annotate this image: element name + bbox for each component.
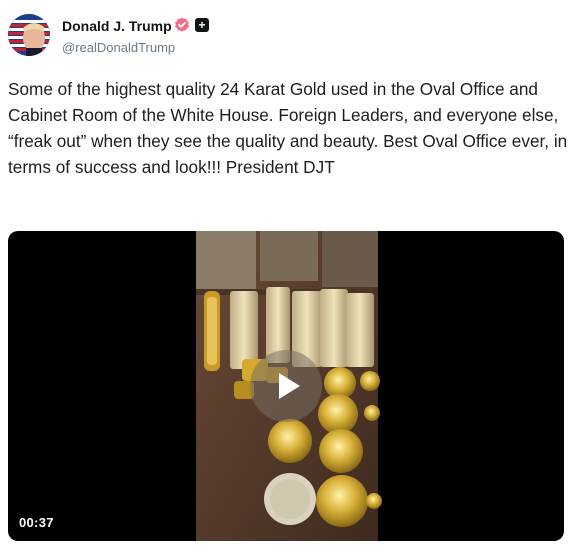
- video-player[interactable]: 00:37: [8, 231, 564, 541]
- avatar[interactable]: [8, 14, 50, 56]
- video-duration: 00:37: [19, 515, 54, 530]
- post-card: Donald J. Trump + @realDonaldTrump Some …: [0, 0, 571, 552]
- verified-badge-icon: [174, 17, 190, 33]
- play-icon: [279, 373, 300, 399]
- play-button[interactable]: [250, 350, 322, 422]
- author-display-name[interactable]: Donald J. Trump: [62, 18, 172, 34]
- plus-badge-icon: +: [195, 18, 209, 32]
- author-handle[interactable]: @realDonaldTrump: [62, 40, 175, 55]
- post-text: Some of the highest quality 24 Karat Gol…: [8, 79, 568, 177]
